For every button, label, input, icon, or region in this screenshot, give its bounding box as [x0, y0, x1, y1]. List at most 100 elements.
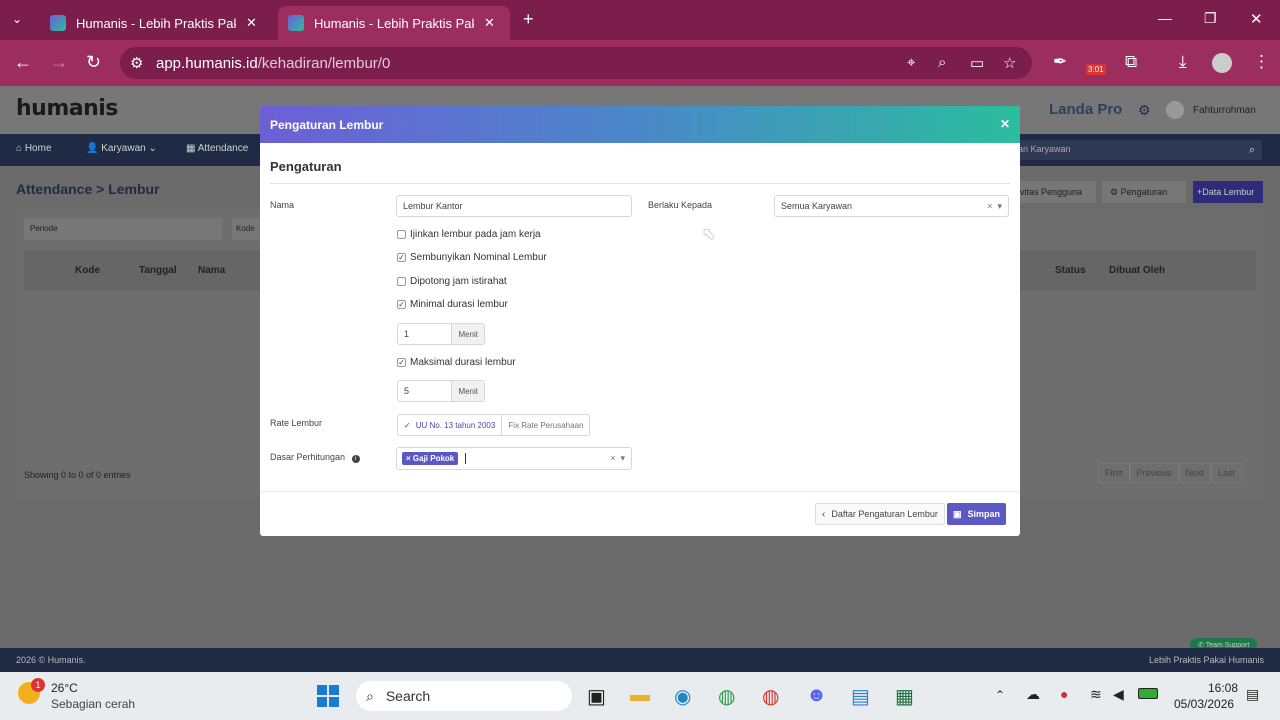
excel-icon[interactable]: ▦	[895, 684, 914, 709]
checkbox[interactable]	[397, 277, 406, 286]
wifi-icon[interactable]: ≋	[1090, 686, 1102, 703]
check-sembunyikan-nominal[interactable]: ✓ Sembunyikan Nominal Lembur	[397, 252, 547, 263]
berlaku-value: Semua Karyawan	[781, 201, 853, 211]
user-avatar[interactable]	[1166, 101, 1184, 119]
employee-search[interactable]: ari Karyawan	[1012, 140, 1242, 160]
col-kode: Kode	[75, 265, 100, 276]
tab-close-icon[interactable]: ✕	[484, 15, 495, 31]
discord-icon[interactable]: ☻	[806, 684, 827, 707]
simpan-button[interactable]: ▣ Simpan	[947, 503, 1007, 525]
reload-icon[interactable]: ↻	[86, 52, 101, 73]
maksimal-durasi-input[interactable]: 5 Menit	[397, 380, 485, 402]
file-explorer-icon[interactable]: ▬	[630, 684, 650, 707]
notepad-icon[interactable]: ▤	[851, 684, 870, 709]
edge-icon[interactable]: ◉	[674, 684, 691, 709]
check-maksimal-durasi[interactable]: ✓ Maksimal durasi lembur	[397, 357, 516, 368]
rate-uu-option[interactable]: ✓ UU No. 13 tahun 2003	[397, 414, 503, 436]
rate-fix-option[interactable]: Fix Rate Perusahaan	[502, 414, 591, 436]
page-last[interactable]: Last	[1211, 463, 1243, 483]
minimize-icon[interactable]: —	[1158, 10, 1172, 26]
start-pane	[317, 685, 327, 695]
new-tab-icon[interactable]: +	[523, 9, 534, 30]
aktivitas-button[interactable]: ivitas Pengguna	[1014, 181, 1096, 203]
clock-time[interactable]: 16:08	[1208, 681, 1238, 695]
user-name[interactable]: Fahturrohman	[1193, 105, 1256, 116]
page-next[interactable]: Next	[1178, 463, 1212, 483]
nama-input[interactable]: Lembur Kantor	[396, 195, 632, 217]
search-icon[interactable]: ⌕	[1242, 140, 1262, 160]
chrome-profile-icon[interactable]: ◍	[718, 684, 735, 709]
timer-extension-badge[interactable]: 3:01	[1086, 64, 1106, 75]
nav-home[interactable]: ⌂ Home	[16, 143, 52, 154]
breadcrumb-root[interactable]: Attendance	[16, 181, 92, 197]
gaji-pokok-tag: × Gaji Pokok	[402, 452, 459, 465]
profile-avatar[interactable]	[1212, 53, 1232, 73]
volume-icon[interactable]: ◀	[1113, 686, 1124, 703]
download-icon[interactable]: ⤓	[1179, 52, 1187, 72]
battery-icon[interactable]	[1138, 688, 1158, 699]
daftar-pengaturan-button[interactable]: ‹ Daftar Pengaturan Lembur	[815, 503, 945, 525]
browser-tab-2[interactable]: Humanis - Lebih Praktis Pakai H ✕	[278, 6, 510, 40]
notification-icon[interactable]: ▤	[1246, 686, 1259, 703]
menu-kebab-icon[interactable]: ⋮	[1253, 52, 1270, 72]
periode-filter[interactable]: Periode	[24, 218, 222, 240]
tray-chevron-up-icon[interactable]: ⌃	[995, 688, 1005, 702]
location-icon[interactable]: ⌖	[907, 54, 915, 71]
checkbox-checked[interactable]: ✓	[397, 300, 406, 309]
back-icon[interactable]: ←	[14, 52, 32, 73]
page-first[interactable]: First	[1098, 463, 1130, 483]
clock-date[interactable]: 05/03/2026	[1174, 697, 1234, 711]
microphone-icon[interactable]: ●	[1060, 686, 1068, 702]
humanis-favicon-icon	[50, 15, 66, 31]
install-app-icon[interactable]: ▭	[970, 54, 984, 72]
puzzle-extensions-icon[interactable]: ⧉	[1125, 52, 1137, 72]
clear-icon[interactable]: ×	[987, 201, 992, 211]
chrome-icon[interactable]: ◍	[762, 684, 779, 709]
site-info-icon[interactable]: ⚙	[130, 54, 143, 72]
checkbox[interactable]	[397, 230, 406, 239]
tab-search-icon[interactable]: ⌄	[12, 12, 22, 26]
modal-close-icon[interactable]: ✕	[1000, 117, 1010, 131]
window-close-icon[interactable]: ✕	[1250, 10, 1263, 28]
search-label: Search	[385, 688, 431, 704]
bookmark-star-icon[interactable]: ☆	[1003, 54, 1016, 72]
check-label: Ijinkan lembur pada jam kerja	[410, 229, 541, 240]
restore-icon[interactable]: ❐	[1204, 10, 1217, 27]
start-windows-icon[interactable]	[317, 685, 339, 707]
forward-icon[interactable]: →	[50, 52, 68, 73]
address-bar[interactable]: app.humanis.id/kehadiran/lembur/0	[120, 47, 1032, 79]
page-previous[interactable]: Previous	[1129, 463, 1179, 483]
task-view-icon[interactable]: ▣	[587, 684, 606, 709]
tab-close-icon[interactable]: ✕	[246, 15, 257, 31]
data-lembur-button[interactable]: +Data Lembur	[1193, 181, 1263, 203]
info-icon[interactable]: i	[351, 455, 360, 463]
weather-temp[interactable]: 26°C	[51, 681, 78, 695]
browser-tab-1[interactable]: Humanis - Lebih Praktis Pakai H ✕	[40, 6, 276, 40]
chevron-down-icon[interactable]: ▾	[997, 201, 1002, 211]
checkbox-checked[interactable]: ✓	[397, 358, 406, 367]
rate-fix-label: Fix Rate Perusahaan	[508, 420, 584, 430]
kode-filter[interactable]: Kode	[232, 218, 262, 240]
nav-karyawan[interactable]: 👤 Karyawan ⌄	[86, 143, 157, 154]
taskbar-search[interactable]: ⌕ Search	[356, 681, 572, 711]
check-dipotong-istirahat[interactable]: Dipotong jam istirahat	[397, 276, 507, 287]
feather-extension-icon[interactable]: ✒	[1053, 52, 1067, 72]
minimal-durasi-input[interactable]: 1 Menit	[397, 323, 485, 345]
tab-title: Humanis - Lebih Praktis Pakai H	[314, 15, 474, 31]
chevron-down-icon[interactable]: ▾	[620, 453, 625, 463]
tag-remove-icon[interactable]: ×	[406, 454, 413, 463]
settings-gear-icon[interactable]: ⚙	[1138, 102, 1151, 119]
rate-lembur-toggle: ✓ UU No. 13 tahun 2003 Fix Rate Perusahaa…	[397, 414, 591, 436]
dasar-perhitungan-select[interactable]: × Gaji Pokok × ▾	[396, 447, 632, 470]
clear-icon[interactable]: ×	[610, 453, 615, 463]
checkbox-checked[interactable]: ✓	[397, 253, 406, 262]
pengaturan-button[interactable]: ⚙ Pengaturan	[1102, 181, 1186, 203]
check-minimal-durasi[interactable]: ✓ Minimal durasi lembur	[397, 299, 508, 310]
onedrive-icon[interactable]: ☁	[1026, 686, 1040, 703]
weather-desc[interactable]: Sebagian cerah	[51, 697, 135, 711]
nav-attendance[interactable]: ▦ Attendance	[186, 143, 248, 154]
berlaku-select[interactable]: Semua Karyawan × ▾	[774, 195, 1009, 217]
check-ijinkan-lembur[interactable]: Ijinkan lembur pada jam kerja	[397, 229, 541, 240]
tab-title: Humanis - Lebih Praktis Pakai H	[76, 15, 236, 31]
zoom-icon[interactable]: ⌕	[938, 54, 946, 71]
